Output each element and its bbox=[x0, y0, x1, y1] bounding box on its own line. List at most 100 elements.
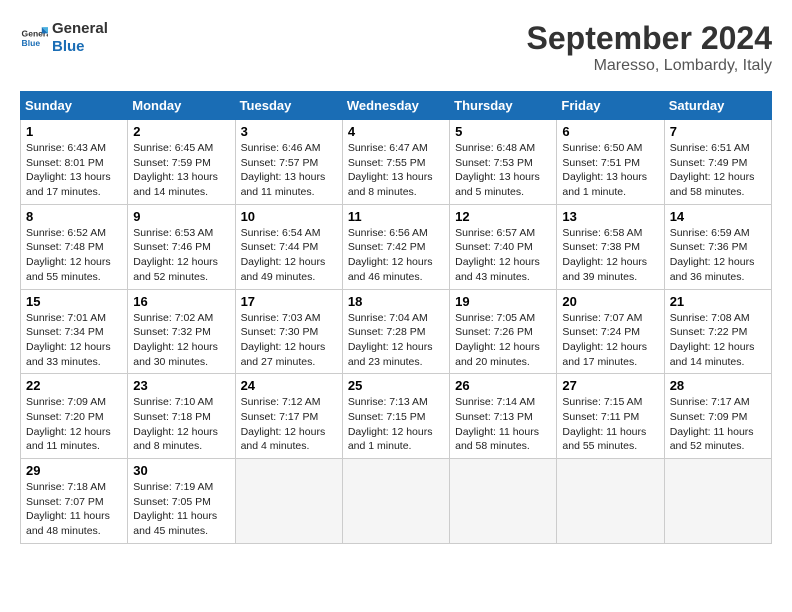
day-cell: 10 Sunrise: 6:54 AM Sunset: 7:44 PM Dayli… bbox=[235, 204, 342, 289]
logo-text-line1: General bbox=[52, 20, 108, 38]
day-cell: 1 Sunrise: 6:43 AM Sunset: 8:01 PM Daylig… bbox=[21, 120, 128, 205]
day-cell: 29 Sunrise: 7:18 AM Sunset: 7:07 PM Dayli… bbox=[21, 459, 128, 544]
header-cell-saturday: Saturday bbox=[664, 92, 771, 120]
day-info: Sunrise: 7:18 AM Sunset: 7:07 PM Dayligh… bbox=[26, 480, 122, 539]
header-cell-friday: Friday bbox=[557, 92, 664, 120]
day-cell bbox=[557, 459, 664, 544]
day-info: Sunrise: 7:08 AM Sunset: 7:22 PM Dayligh… bbox=[670, 311, 766, 370]
day-number: 10 bbox=[241, 209, 337, 224]
day-cell: 3Sunrise: 6:46 AM Sunset: 7:57 PM Daylig… bbox=[235, 120, 342, 205]
header-cell-wednesday: Wednesday bbox=[342, 92, 449, 120]
day-info: Sunrise: 7:13 AM Sunset: 7:15 PM Dayligh… bbox=[348, 395, 444, 454]
day-cell: 26 Sunrise: 7:14 AM Sunset: 7:13 PM Dayli… bbox=[450, 374, 557, 459]
day-info: Sunrise: 6:54 AM Sunset: 7:44 PM Dayligh… bbox=[241, 226, 337, 285]
day-cell: 24 Sunrise: 7:12 AM Sunset: 7:17 PM Dayli… bbox=[235, 374, 342, 459]
day-info: Sunrise: 6:45 AM Sunset: 7:59 PM Dayligh… bbox=[133, 141, 229, 200]
svg-text:Blue: Blue bbox=[22, 38, 41, 48]
day-cell: 18Sunrise: 7:04 AM Sunset: 7:28 PM Dayli… bbox=[342, 289, 449, 374]
day-info: Sunrise: 6:52 AM Sunset: 7:48 PM Dayligh… bbox=[26, 226, 122, 285]
day-info: Sunrise: 7:10 AM Sunset: 7:18 PM Dayligh… bbox=[133, 395, 229, 454]
day-number: 7 bbox=[670, 124, 766, 139]
day-info: Sunrise: 7:15 AM Sunset: 7:11 PM Dayligh… bbox=[562, 395, 658, 454]
day-number: 23 bbox=[133, 378, 229, 393]
day-number: 29 bbox=[26, 463, 122, 478]
day-number: 3 bbox=[241, 124, 337, 139]
day-number: 8 bbox=[26, 209, 122, 224]
day-info: Sunrise: 6:57 AM Sunset: 7:40 PM Dayligh… bbox=[455, 226, 551, 285]
day-number: 14 bbox=[670, 209, 766, 224]
day-cell: 14 Sunrise: 6:59 AM Sunset: 7:36 PM Dayli… bbox=[664, 204, 771, 289]
week-row-2: 8 Sunrise: 6:52 AM Sunset: 7:48 PM Daylig… bbox=[21, 204, 772, 289]
day-number: 26 bbox=[455, 378, 551, 393]
day-cell: 22Sunrise: 7:09 AM Sunset: 7:20 PM Dayli… bbox=[21, 374, 128, 459]
day-cell: 5 Sunrise: 6:48 AM Sunset: 7:53 PM Daylig… bbox=[450, 120, 557, 205]
header-cell-monday: Monday bbox=[128, 92, 235, 120]
day-number: 11 bbox=[348, 209, 444, 224]
day-number: 13 bbox=[562, 209, 658, 224]
day-number: 30 bbox=[133, 463, 229, 478]
day-cell: 19Sunrise: 7:05 AM Sunset: 7:26 PM Dayli… bbox=[450, 289, 557, 374]
header: General Blue General Blue September 2024… bbox=[20, 20, 772, 75]
calendar: SundayMondayTuesdayWednesdayThursdayFrid… bbox=[20, 91, 772, 544]
logo-text-line2: Blue bbox=[52, 38, 108, 56]
day-cell: 7 Sunrise: 6:51 AM Sunset: 7:49 PM Daylig… bbox=[664, 120, 771, 205]
day-number: 5 bbox=[455, 124, 551, 139]
header-cell-sunday: Sunday bbox=[21, 92, 128, 120]
day-number: 28 bbox=[670, 378, 766, 393]
day-number: 15 bbox=[26, 294, 122, 309]
day-number: 17 bbox=[241, 294, 337, 309]
day-info: Sunrise: 6:47 AM Sunset: 7:55 PM Dayligh… bbox=[348, 141, 444, 200]
day-cell: 16 Sunrise: 7:02 AM Sunset: 7:32 PM Dayli… bbox=[128, 289, 235, 374]
day-number: 9 bbox=[133, 209, 229, 224]
day-number: 16 bbox=[133, 294, 229, 309]
day-cell: 25 Sunrise: 7:13 AM Sunset: 7:15 PM Dayli… bbox=[342, 374, 449, 459]
day-cell: 4Sunrise: 6:47 AM Sunset: 7:55 PM Daylig… bbox=[342, 120, 449, 205]
day-cell: 28 Sunrise: 7:17 AM Sunset: 7:09 PM Dayli… bbox=[664, 374, 771, 459]
day-info: Sunrise: 7:03 AM Sunset: 7:30 PM Dayligh… bbox=[241, 311, 337, 370]
day-cell: 8 Sunrise: 6:52 AM Sunset: 7:48 PM Daylig… bbox=[21, 204, 128, 289]
day-info: Sunrise: 7:09 AM Sunset: 7:20 PM Dayligh… bbox=[26, 395, 122, 454]
day-info: Sunrise: 7:17 AM Sunset: 7:09 PM Dayligh… bbox=[670, 395, 766, 454]
day-info: Sunrise: 6:43 AM Sunset: 8:01 PM Dayligh… bbox=[26, 141, 122, 200]
day-info: Sunrise: 6:51 AM Sunset: 7:49 PM Dayligh… bbox=[670, 141, 766, 200]
day-info: Sunrise: 7:02 AM Sunset: 7:32 PM Dayligh… bbox=[133, 311, 229, 370]
day-info: Sunrise: 7:14 AM Sunset: 7:13 PM Dayligh… bbox=[455, 395, 551, 454]
day-cell: 9 Sunrise: 6:53 AM Sunset: 7:46 PM Daylig… bbox=[128, 204, 235, 289]
day-info: Sunrise: 7:01 AM Sunset: 7:34 PM Dayligh… bbox=[26, 311, 122, 370]
day-cell: 15 Sunrise: 7:01 AM Sunset: 7:34 PM Dayli… bbox=[21, 289, 128, 374]
day-number: 25 bbox=[348, 378, 444, 393]
day-cell: 23 Sunrise: 7:10 AM Sunset: 7:18 PM Dayli… bbox=[128, 374, 235, 459]
day-cell bbox=[342, 459, 449, 544]
week-row-4: 22Sunrise: 7:09 AM Sunset: 7:20 PM Dayli… bbox=[21, 374, 772, 459]
day-number: 1 bbox=[26, 124, 122, 139]
day-cell bbox=[664, 459, 771, 544]
subtitle: Maresso, Lombardy, Italy bbox=[527, 57, 772, 75]
day-info: Sunrise: 6:48 AM Sunset: 7:53 PM Dayligh… bbox=[455, 141, 551, 200]
day-number: 24 bbox=[241, 378, 337, 393]
day-cell: 30 Sunrise: 7:19 AM Sunset: 7:05 PM Dayli… bbox=[128, 459, 235, 544]
logo: General Blue General Blue bbox=[20, 20, 108, 56]
day-info: Sunrise: 7:12 AM Sunset: 7:17 PM Dayligh… bbox=[241, 395, 337, 454]
day-cell bbox=[450, 459, 557, 544]
day-number: 2 bbox=[133, 124, 229, 139]
day-cell: 17 Sunrise: 7:03 AM Sunset: 7:30 PM Dayli… bbox=[235, 289, 342, 374]
day-info: Sunrise: 6:50 AM Sunset: 7:51 PM Dayligh… bbox=[562, 141, 658, 200]
header-row: SundayMondayTuesdayWednesdayThursdayFrid… bbox=[21, 92, 772, 120]
logo-icon: General Blue bbox=[20, 24, 48, 52]
title-area: September 2024 Maresso, Lombardy, Italy bbox=[527, 20, 772, 75]
day-cell: 13Sunrise: 6:58 AM Sunset: 7:38 PM Dayli… bbox=[557, 204, 664, 289]
day-cell: 2 Sunrise: 6:45 AM Sunset: 7:59 PM Daylig… bbox=[128, 120, 235, 205]
header-cell-tuesday: Tuesday bbox=[235, 92, 342, 120]
day-info: Sunrise: 7:19 AM Sunset: 7:05 PM Dayligh… bbox=[133, 480, 229, 539]
day-cell bbox=[235, 459, 342, 544]
day-info: Sunrise: 6:56 AM Sunset: 7:42 PM Dayligh… bbox=[348, 226, 444, 285]
day-number: 6 bbox=[562, 124, 658, 139]
day-cell: 12Sunrise: 6:57 AM Sunset: 7:40 PM Dayli… bbox=[450, 204, 557, 289]
day-info: Sunrise: 6:59 AM Sunset: 7:36 PM Dayligh… bbox=[670, 226, 766, 285]
header-cell-thursday: Thursday bbox=[450, 92, 557, 120]
day-number: 19 bbox=[455, 294, 551, 309]
week-row-3: 15 Sunrise: 7:01 AM Sunset: 7:34 PM Dayli… bbox=[21, 289, 772, 374]
day-cell: 11 Sunrise: 6:56 AM Sunset: 7:42 PM Dayli… bbox=[342, 204, 449, 289]
week-row-1: 1 Sunrise: 6:43 AM Sunset: 8:01 PM Daylig… bbox=[21, 120, 772, 205]
day-info: Sunrise: 6:53 AM Sunset: 7:46 PM Dayligh… bbox=[133, 226, 229, 285]
